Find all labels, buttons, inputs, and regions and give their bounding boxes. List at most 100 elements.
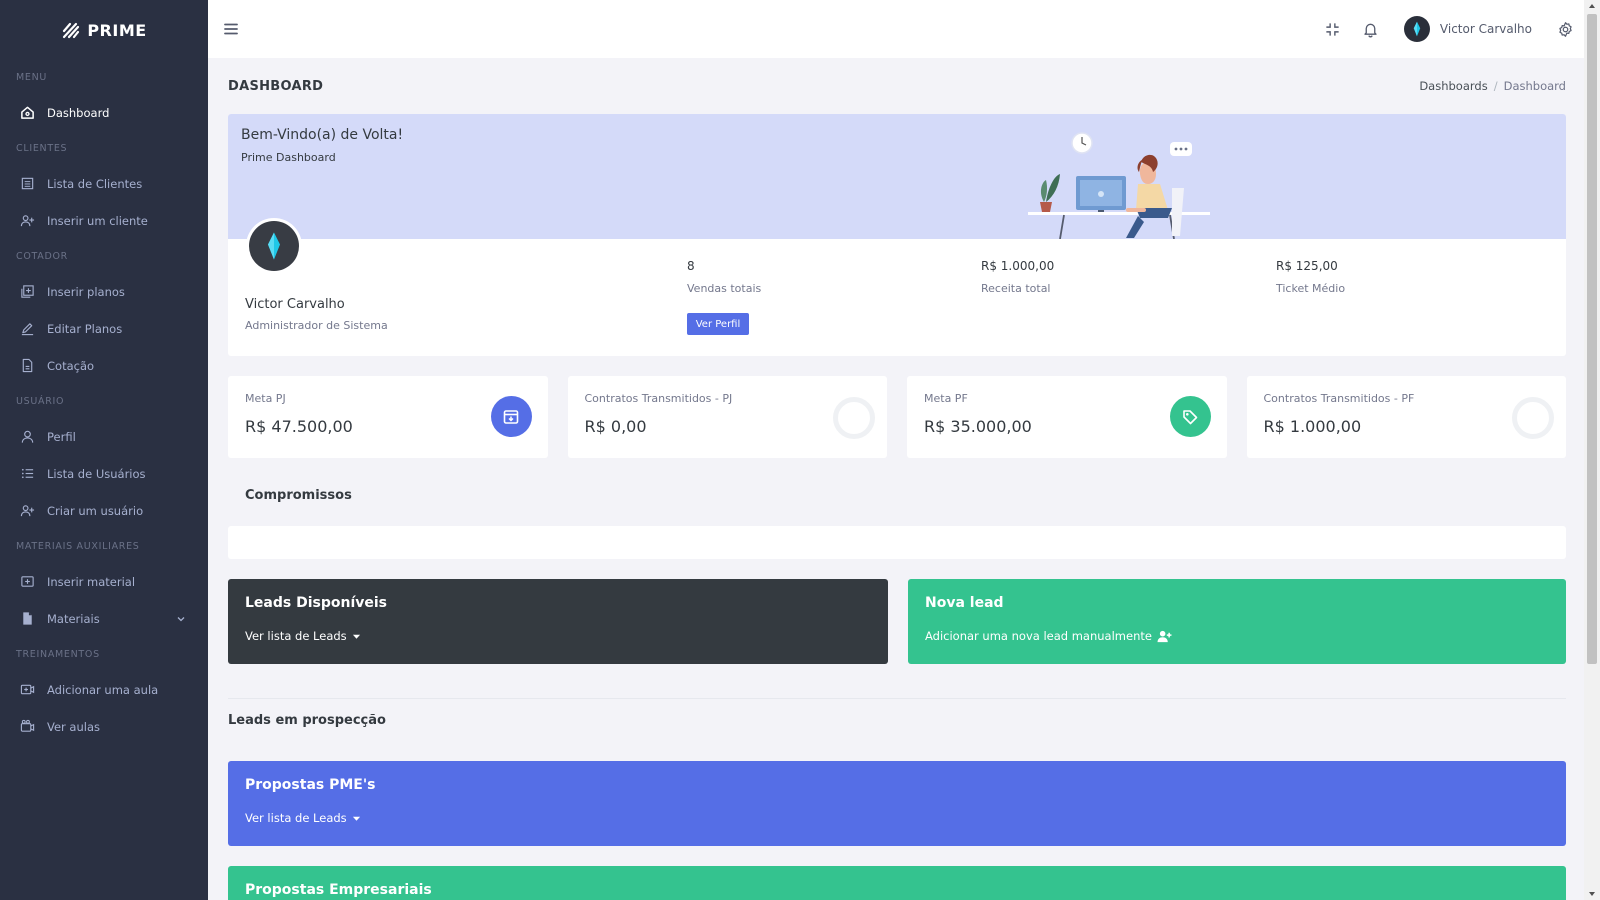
- settings-button[interactable]: [1546, 0, 1584, 58]
- document-icon: [22, 358, 33, 373]
- brand-logo[interactable]: PRIME: [0, 0, 208, 60]
- link-label: Adicionar uma nova lead manualmente: [925, 629, 1152, 643]
- link-label: Ver lista de Leads: [245, 811, 347, 825]
- meta-pj-card: Meta PJ R$ 47.500,00: [228, 376, 548, 458]
- list-bullet-icon: [21, 468, 34, 479]
- sidebar-item-lista-usuarios[interactable]: Lista de Usuários: [0, 455, 208, 492]
- stat-vendas: 8 Vendas totais: [687, 259, 761, 295]
- card-label: Contratos Transmitidos - PJ: [584, 392, 733, 405]
- sidebar-item-perfil[interactable]: Perfil: [0, 418, 208, 455]
- goals-row: Meta PJ R$ 47.500,00 Contratos Transmiti…: [228, 376, 1566, 458]
- sidebar-item-label: Inserir um cliente: [47, 213, 148, 228]
- sidebar-item-lista-clientes[interactable]: Lista de Clientes: [0, 165, 208, 202]
- scroll-up-icon[interactable]: [1588, 2, 1596, 10]
- page-title: DASHBOARD: [228, 78, 324, 94]
- card-label: Contratos Transmitidos - PF: [1263, 392, 1415, 405]
- link-label: Ver lista de Leads: [245, 629, 347, 643]
- prime-logo-icon: [63, 22, 80, 39]
- topbar-actions: Victor Carvalho: [1314, 0, 1584, 58]
- bell-icon: [1364, 23, 1378, 37]
- stat-label: Receita total: [981, 282, 1051, 295]
- sidebar-item-dashboard[interactable]: Dashboard: [0, 94, 208, 131]
- stat-value: R$ 1.000,00: [981, 259, 1055, 273]
- card-label: Meta PF: [924, 392, 968, 405]
- leads-row: Leads Disponíveis Ver lista de Leads Nov…: [228, 579, 1566, 664]
- sidebar-item-criar-usuario[interactable]: Criar um usuário: [0, 492, 208, 529]
- avatar: [249, 221, 299, 271]
- menu-section-title: MENU: [16, 71, 48, 83]
- sidebar-item-label: Criar um usuário: [47, 503, 144, 518]
- contratos-pj-card: Contratos Transmitidos - PJ R$ 0,00: [567, 376, 887, 458]
- card-title: Propostas PME's: [245, 777, 376, 793]
- page-title-row: DASHBOARD Dashboards / Dashboard: [228, 58, 1566, 114]
- topbar: Victor Carvalho: [208, 0, 1584, 58]
- edit-icon: [21, 323, 34, 336]
- video-icon: [20, 719, 35, 732]
- sidebar-item-materiais[interactable]: Materiais: [0, 600, 208, 637]
- gear-icon: [1558, 21, 1572, 37]
- sidebar-item-label: Dashboard: [47, 105, 110, 120]
- user-dropdown[interactable]: Victor Carvalho: [1390, 16, 1546, 42]
- stat-receita: R$ 1.000,00 Receita total: [981, 259, 1054, 295]
- materiais-section-title: MATERIAIS AUXILIARES: [16, 540, 140, 552]
- cotador-section-title: COTADOR: [16, 250, 68, 262]
- hamburger-menu-icon[interactable]: [222, 20, 240, 38]
- ver-lista-leads-link[interactable]: Ver lista de Leads: [245, 629, 871, 643]
- profile-name: Victor Carvalho: [245, 297, 345, 312]
- sidebar-item-label: Inserir planos: [47, 284, 125, 299]
- main-content: DASHBOARD Dashboards / Dashboard Bem-Vin…: [228, 58, 1566, 900]
- sidebar-item-ver-aulas[interactable]: Ver aulas: [0, 708, 208, 745]
- scroll-down-icon[interactable]: [1588, 890, 1596, 898]
- welcome-title: Bem-Vindo(a) de Volta!: [241, 127, 404, 143]
- sidebar-item-cotacao[interactable]: Cotação: [0, 347, 208, 384]
- sidebar-item-label: Editar Planos: [47, 321, 123, 336]
- breadcrumb-separator: /: [1493, 79, 1498, 93]
- collapse-icon: [1326, 22, 1340, 36]
- stat-label: Vendas totais: [687, 282, 762, 295]
- stat-value: R$ 125,00: [1276, 259, 1338, 273]
- sidebar-item-label: Lista de Usuários: [47, 466, 146, 481]
- sidebar-item-adicionar-aula[interactable]: Adicionar uma aula: [0, 671, 208, 708]
- chevron-down-icon: [177, 616, 185, 621]
- file-icon: [23, 612, 32, 625]
- loading-ring-icon: [833, 397, 875, 439]
- diamond-avatar-icon: [268, 232, 280, 260]
- stat-ticket: R$ 125,00 Ticket Médio: [1276, 259, 1345, 295]
- sidebar-item-inserir-cliente[interactable]: Inserir um cliente: [0, 202, 208, 239]
- sidebar-item-label: Lista de Clientes: [47, 176, 143, 191]
- user-plus-icon: [20, 215, 35, 227]
- sidebar-item-label: Adicionar uma aula: [47, 682, 159, 697]
- sidebar-item-label: Ver aulas: [47, 719, 101, 734]
- prospeccao-title: Leads em prospecção: [228, 713, 386, 728]
- profile-avatar[interactable]: [246, 218, 302, 274]
- card-value: R$ 1.000,00: [1263, 417, 1362, 436]
- adicionar-lead-link[interactable]: Adicionar uma nova lead manualmente: [925, 629, 1549, 643]
- propostas-empresariais-card: Propostas Empresariais: [228, 866, 1566, 900]
- archive-icon: [490, 396, 532, 437]
- brand-name: PRIME: [87, 20, 147, 40]
- breadcrumb-item[interactable]: Dashboards: [1419, 79, 1487, 93]
- workspace-illustration: [1028, 132, 1210, 239]
- welcome-subtitle: Prime Dashboard: [241, 151, 336, 164]
- card-value: R$ 0,00: [584, 417, 647, 436]
- card-value: R$ 35.000,00: [924, 417, 1032, 436]
- sidebar-item-editar-planos[interactable]: Editar Planos: [0, 310, 208, 347]
- notifications-button[interactable]: [1352, 0, 1390, 58]
- ver-perfil-button[interactable]: Ver Perfil: [687, 313, 749, 335]
- leads-disponiveis-card: Leads Disponíveis Ver lista de Leads: [228, 579, 888, 664]
- scrollbar-thumb[interactable]: [1587, 14, 1597, 664]
- user-name: Victor Carvalho: [1439, 22, 1532, 36]
- card-value: R$ 47.500,00: [245, 417, 353, 436]
- sidebar-item-inserir-material[interactable]: Inserir material: [0, 563, 208, 600]
- add-box-icon: [21, 576, 34, 587]
- sidebar-item-inserir-planos[interactable]: Inserir planos: [0, 273, 208, 310]
- breadcrumb: Dashboards / Dashboard: [1419, 79, 1566, 93]
- fullscreen-button[interactable]: [1314, 0, 1352, 58]
- ver-lista-leads-link[interactable]: Ver lista de Leads: [245, 811, 1549, 825]
- page-scrollbar[interactable]: [1584, 0, 1600, 900]
- sidebar-item-label: Perfil: [47, 429, 76, 444]
- stat-label: Ticket Médio: [1276, 282, 1346, 295]
- user-plus-icon: [1157, 630, 1172, 642]
- section-divider: [228, 698, 1566, 699]
- card-title: Leads Disponíveis: [245, 595, 388, 611]
